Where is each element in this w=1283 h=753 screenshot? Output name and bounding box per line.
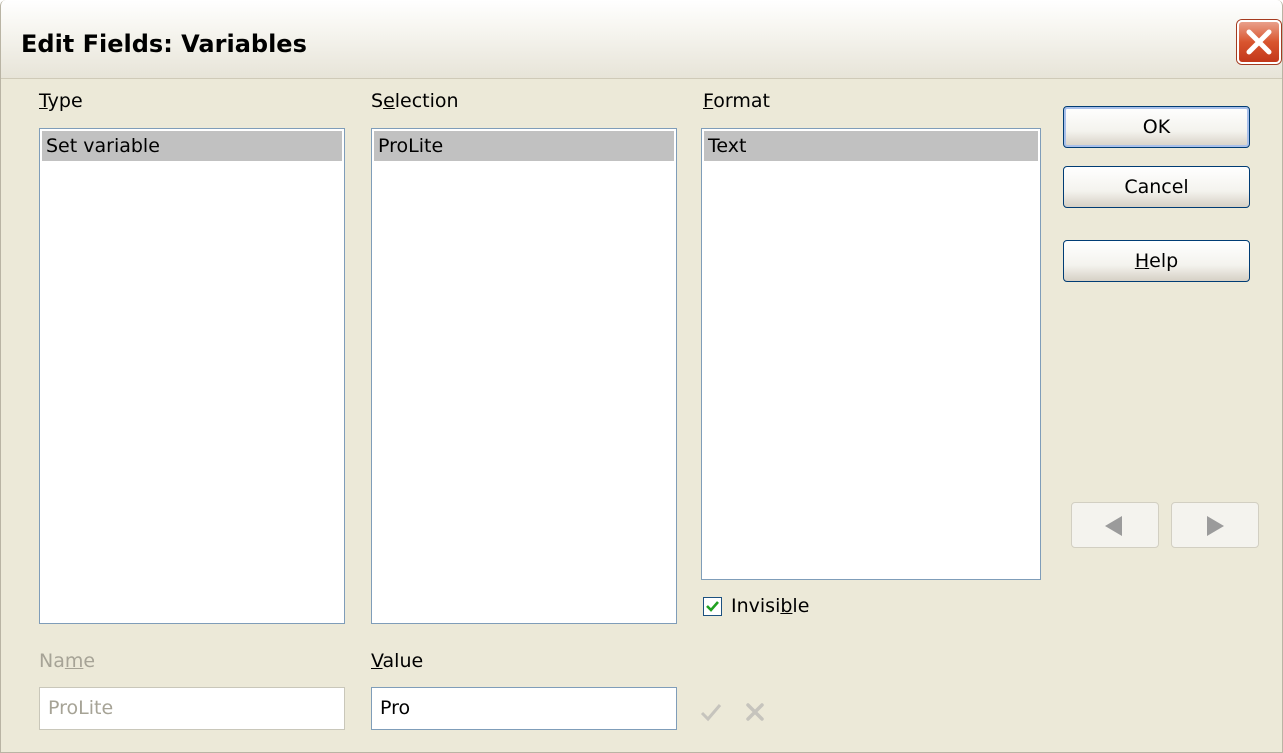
value-label: Value xyxy=(371,650,424,672)
type-list-item[interactable]: Set variable xyxy=(42,131,342,161)
selection-list-item[interactable]: ProLite xyxy=(374,131,674,161)
format-list-item[interactable]: Text xyxy=(704,131,1038,161)
dialog-title: Edit Fields: Variables xyxy=(21,30,307,58)
type-label: Type xyxy=(39,90,83,112)
close-button[interactable] xyxy=(1237,20,1281,64)
value-field[interactable]: Pro xyxy=(371,687,677,730)
invisible-checkbox[interactable] xyxy=(703,597,722,616)
selection-label: Selection xyxy=(371,90,459,112)
arrow-left-icon xyxy=(1105,516,1122,536)
selection-listbox[interactable]: ProLite xyxy=(371,128,677,624)
format-listbox[interactable]: Text xyxy=(701,128,1041,580)
cancel-button[interactable]: Cancel xyxy=(1063,166,1250,208)
type-listbox[interactable]: Set variable xyxy=(39,128,345,624)
previous-button[interactable] xyxy=(1071,502,1159,548)
next-button[interactable] xyxy=(1171,502,1259,548)
arrow-right-icon xyxy=(1207,516,1224,536)
ok-button[interactable]: OK xyxy=(1063,106,1250,148)
title-bar[interactable]: Edit Fields: Variables xyxy=(1,0,1282,79)
apply-checkmark-icon[interactable] xyxy=(699,700,723,724)
edit-fields-dialog: Edit Fields: Variables Type Set variable… xyxy=(0,0,1283,753)
name-label: Name xyxy=(39,650,96,672)
name-field[interactable]: ProLite xyxy=(39,687,345,730)
help-button[interactable]: Help xyxy=(1063,240,1250,282)
invisible-label[interactable]: Invisible xyxy=(731,595,809,617)
close-icon xyxy=(1246,29,1272,55)
checkmark-icon xyxy=(706,601,719,612)
delete-x-icon[interactable] xyxy=(743,700,767,724)
format-label: Format xyxy=(703,90,770,112)
